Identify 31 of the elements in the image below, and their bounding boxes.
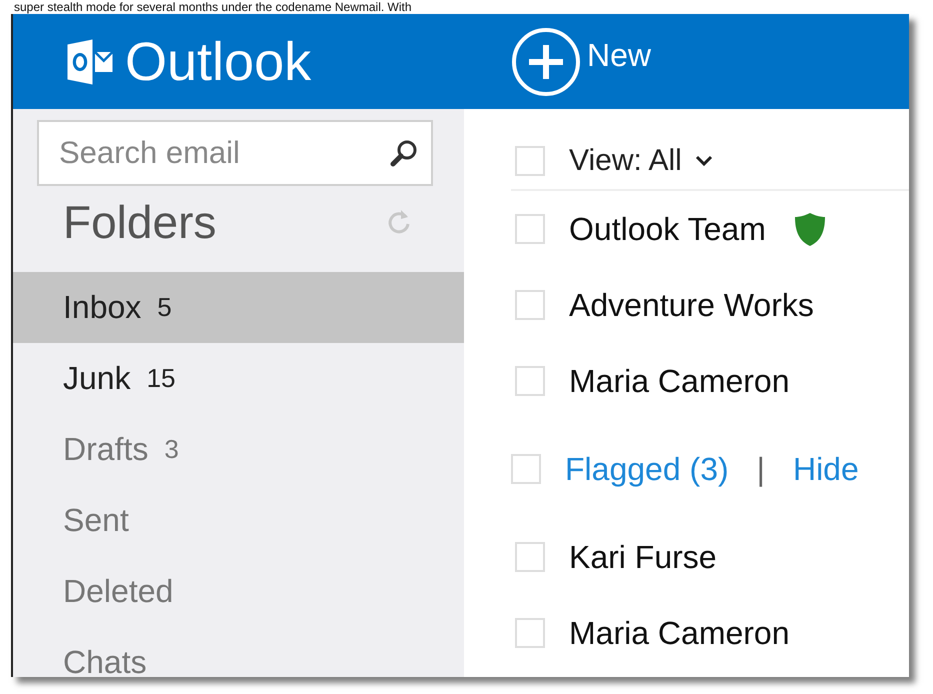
view-filter-dropdown[interactable]: View: All xyxy=(569,144,714,178)
separator: | xyxy=(756,450,765,488)
folder-item[interactable]: Chats xyxy=(13,627,464,677)
new-button[interactable]: New xyxy=(511,26,652,96)
app-title: Outlook xyxy=(125,30,312,92)
flagged-checkbox[interactable] xyxy=(511,454,541,484)
message-checkbox[interactable] xyxy=(515,366,545,396)
flagged-link[interactable]: Flagged (3) xyxy=(565,450,729,488)
sender-name[interactable]: Maria Cameron xyxy=(569,614,790,652)
search-field[interactable]: Search email xyxy=(37,120,433,186)
folder-item[interactable]: Inbox 5 xyxy=(13,272,464,343)
folders-heading: Folders xyxy=(63,195,216,249)
select-all-checkbox[interactable] xyxy=(515,146,545,176)
message-checkbox[interactable] xyxy=(515,290,545,320)
folder-item[interactable]: Junk 15 xyxy=(13,343,464,414)
hide-link[interactable]: Hide xyxy=(792,450,859,488)
chevron-down-icon xyxy=(694,154,714,168)
envelope-logo-icon xyxy=(65,36,115,86)
sender-name[interactable]: Outlook Team xyxy=(569,210,766,248)
message-checkbox[interactable] xyxy=(515,618,545,648)
search-icon xyxy=(389,138,419,168)
message-checkbox[interactable] xyxy=(515,542,545,572)
sender-name[interactable]: Adventure Works xyxy=(569,286,814,324)
folder-item[interactable]: Deleted xyxy=(13,556,464,627)
sender-name[interactable]: Maria Cameron xyxy=(569,362,790,400)
plus-circle-icon xyxy=(511,26,581,96)
folder-item[interactable]: Drafts 3 xyxy=(13,414,464,485)
message-checkbox[interactable] xyxy=(515,214,545,244)
article-text: super stealth mode for several months under the codename Newmail. With xyxy=(14,0,413,14)
sender-name[interactable]: Kari Furse xyxy=(569,538,717,576)
folder-item[interactable]: Sent xyxy=(13,485,464,556)
